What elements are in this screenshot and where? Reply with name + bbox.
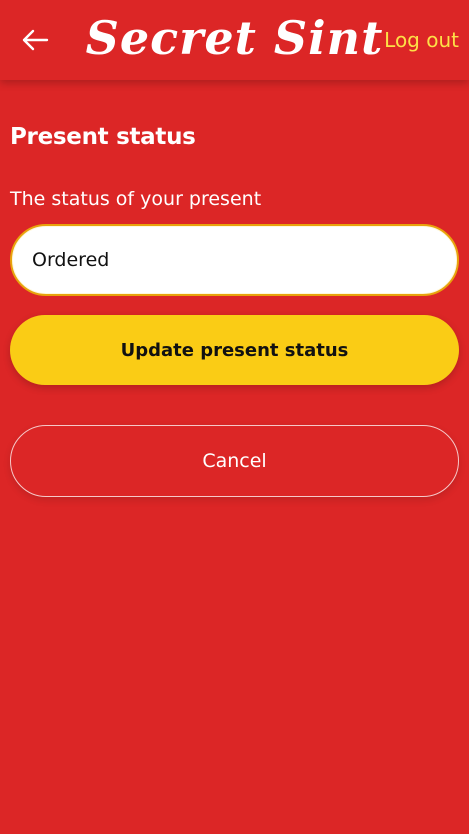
status-input[interactable]: Ordered	[10, 224, 459, 296]
cancel-button[interactable]: Cancel	[10, 425, 459, 497]
app-header: Secret Sint Log out	[0, 0, 469, 80]
arrow-left-icon	[22, 29, 49, 51]
status-field-label: The status of your present	[10, 188, 262, 210]
logout-link[interactable]: Log out	[384, 26, 459, 54]
update-status-button[interactable]: Update present status	[10, 315, 459, 385]
present-status-form: Present status The status of your presen…	[10, 118, 459, 497]
status-input-value: Ordered	[32, 249, 110, 271]
page-title: Present status	[10, 124, 196, 150]
back-button[interactable]	[14, 22, 56, 58]
